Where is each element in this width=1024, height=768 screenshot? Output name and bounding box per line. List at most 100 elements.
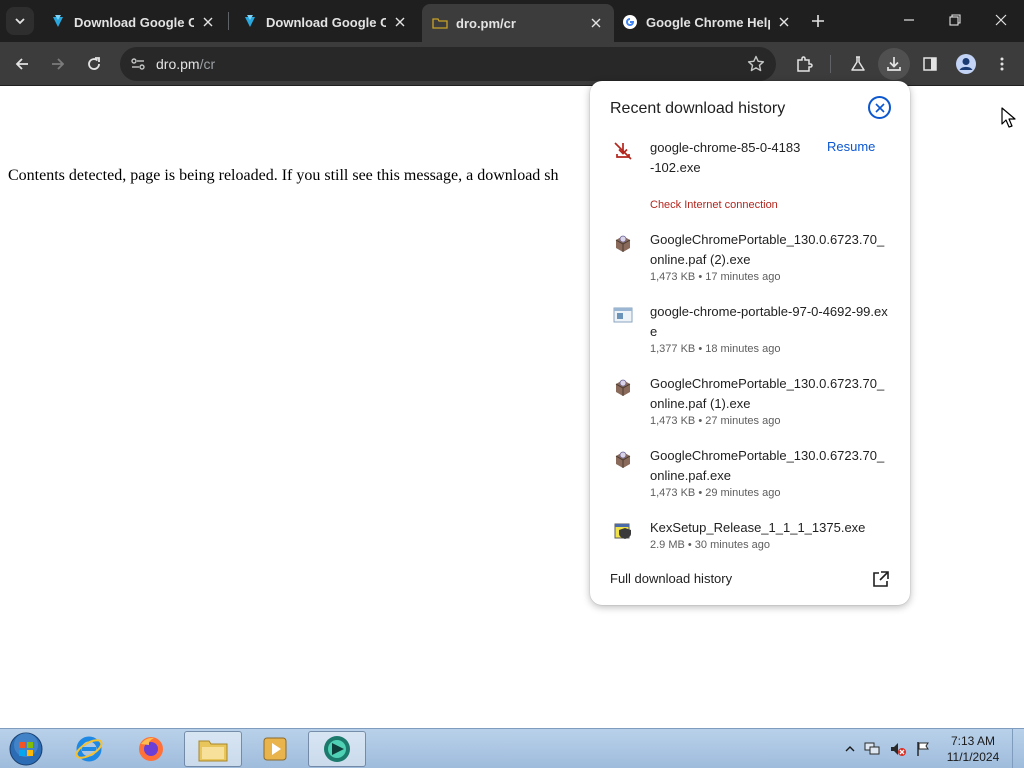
tab-strip: Download Google Chrome Download Google C… [0,0,1024,42]
back-arrow-icon [15,58,28,70]
network-icon[interactable] [863,741,881,757]
tab-dro-pm[interactable]: dro.pm/cr [422,4,614,42]
tab-download-chrome-1[interactable]: Download Google Chrome [40,6,226,38]
clock-date: 11/1/2024 [946,750,1000,764]
internet-explorer-icon [75,736,103,762]
tab-title: Download Google Chrome [266,14,386,30]
forward-button[interactable] [42,48,74,80]
toolbar-divider [830,55,831,73]
download-item[interactable]: GoogleChromePortable_130.0.6723.70_onlin… [590,446,910,499]
forward-arrow-icon [52,58,65,70]
download-status: Check Internet connection [650,199,778,211]
download-item[interactable]: GoogleChromePortable_130.0.6723.70_onlin… [590,230,910,283]
bookmark-star-icon[interactable] [746,54,766,74]
taskbar-clock[interactable]: 7:13 AM 11/1/2024 [940,733,1006,765]
extensions-button[interactable] [788,48,820,80]
tab-download-chrome-2[interactable]: Download Google Chrome [232,6,418,38]
tab-search-button[interactable] [6,7,34,35]
taskbar-media-player[interactable] [246,731,304,767]
installer-package-icon [615,235,631,252]
download-meta: 1,473 KB • 27 minutes ago [650,415,781,427]
close-window-button[interactable] [978,0,1024,40]
full-download-history-link[interactable]: Full download history [610,571,732,586]
close-tab-icon[interactable] [776,14,792,30]
browser-toolbar: dro.pm/cr [0,42,1024,86]
download-filename: google-chrome-portable-97-0-4692-99.exe [650,304,888,339]
installer-package-icon [615,451,631,468]
close-tab-icon[interactable] [200,14,216,30]
taskbar-file-explorer[interactable] [184,731,242,767]
tab-chrome-help[interactable]: Google Chrome Help [612,6,802,38]
reload-button[interactable] [78,48,110,80]
avatar-icon [956,54,976,74]
page-message: Contents detected, page is being reloade… [8,167,559,184]
download-arrow-icon [53,15,63,27]
download-filename: google-chrome-85-0-4183-102.exe [650,140,801,175]
show-desktop-button[interactable] [1012,729,1024,768]
setup-shield-icon [614,523,631,539]
system-tray [845,741,931,757]
close-icon [874,102,885,113]
close-tab-icon[interactable] [588,15,604,31]
taskbar: 7:13 AM 11/1/2024 [0,728,1024,768]
taskbar-firefox[interactable] [122,731,180,767]
restore-button[interactable] [932,0,978,40]
side-panel-icon [923,57,937,71]
media-player-icon [263,737,287,761]
loading-folder-icon [432,18,448,29]
download-icon [887,57,901,71]
show-hidden-icons-icon[interactable] [845,744,855,754]
close-bubble-button[interactable] [868,96,891,119]
windows-orb-icon [9,732,43,766]
download-item[interactable]: google-chrome-85-0-4183-102.exe Resume C… [590,138,910,211]
download-arrow-icon [245,15,255,27]
downloads-button[interactable] [878,48,910,80]
clock-time: 7:13 AM [950,734,996,748]
start-button[interactable] [4,731,48,767]
download-filename: KexSetup_Release_1_1_1_1375.exe [650,520,866,535]
puzzle-icon [797,56,813,72]
executable-window-icon [613,307,633,323]
profile-button[interactable] [950,48,982,80]
close-icon [995,14,1007,26]
url-path: /cr [199,56,216,72]
file-explorer-icon [198,740,228,762]
menu-button[interactable] [986,48,1018,80]
firefox-icon [139,737,163,761]
url-host: dro.pm [156,56,200,72]
tab-title: Download Google Chrome [74,14,194,30]
chrome-task-icon [324,736,350,762]
site-info-icon[interactable] [128,54,148,74]
tab-title: Google Chrome Help [646,14,770,30]
side-panel-button[interactable] [914,48,946,80]
restore-icon [949,14,961,26]
new-tab-button[interactable] [806,9,830,33]
download-failed-icon [614,142,632,160]
open-in-new-icon[interactable] [872,570,890,588]
installer-package-icon [615,379,631,396]
download-filename: GoogleChromePortable_130.0.6723.70_onlin… [650,232,885,267]
minimize-button[interactable] [886,0,932,40]
plus-icon [812,15,824,27]
bubble-title: Recent download history [610,100,786,117]
back-button[interactable] [6,48,38,80]
download-bubble: Recent download history google-chrome-85… [590,81,910,605]
action-center-flag-icon[interactable] [915,741,931,757]
volume-muted-icon[interactable] [889,741,907,757]
close-tab-icon[interactable] [392,14,408,30]
chrome-labs-button[interactable] [842,48,874,80]
tab-title: dro.pm/cr [456,15,516,31]
download-item[interactable]: google-chrome-portable-97-0-4692-99.exe … [590,302,910,355]
tab-separator [228,12,229,30]
download-item[interactable]: KexSetup_Release_1_1_1_1375.exe 2.9 MB •… [590,518,910,554]
download-meta: 1,473 KB • 29 minutes ago [650,487,781,499]
taskbar-internet-explorer[interactable] [60,731,118,767]
address-bar[interactable]: dro.pm/cr [120,47,776,81]
download-filename: GoogleChromePortable_130.0.6723.70_onlin… [650,376,885,411]
download-item[interactable]: GoogleChromePortable_130.0.6723.70_onlin… [590,374,910,427]
mouse-cursor-icon [1001,107,1016,128]
chevron-down-icon [15,18,25,25]
taskbar-chrome[interactable] [308,731,366,767]
kebab-menu-icon [1000,57,1004,71]
resume-button[interactable]: Resume [827,139,875,154]
